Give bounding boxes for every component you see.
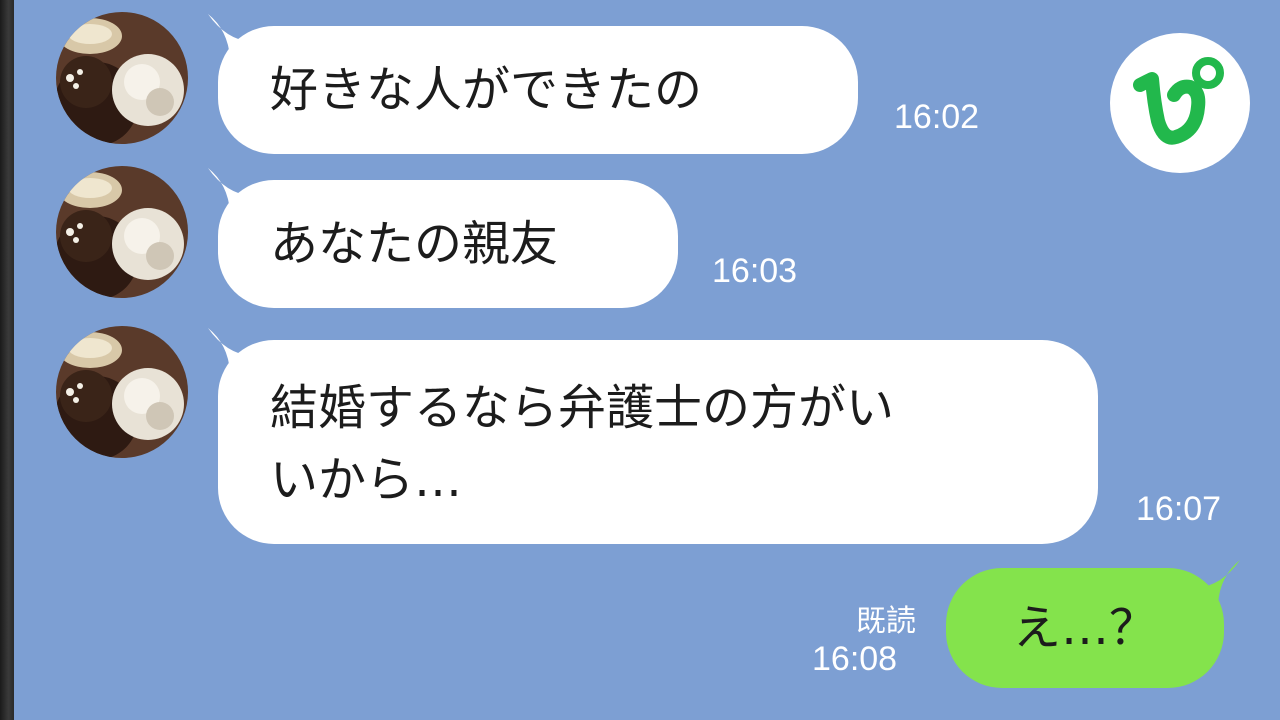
message-text: 好きな人ができたの <box>270 62 703 118</box>
avatar-chocolate-icon <box>56 326 188 458</box>
avatar-chocolate-icon <box>56 12 188 144</box>
outgoing-message-text: え…？ <box>1012 600 1157 656</box>
message-text: あなたの親友 <box>270 216 559 272</box>
message-time: 16:08 <box>812 640 898 678</box>
message-time: 16:07 <box>1136 490 1222 528</box>
avatar[interactable] <box>56 166 188 298</box>
read-receipt: 既読 <box>856 604 916 639</box>
message-text-line: 結婚するなら弁護士の方がい <box>270 380 895 436</box>
app-badge-icon <box>1110 33 1250 173</box>
avatar[interactable] <box>56 326 188 458</box>
pi-logo-icon <box>1133 57 1224 145</box>
outgoing-message-bubble[interactable]: え…？ <box>946 568 1224 688</box>
message-text-line: いから… <box>270 452 463 508</box>
message-bubble[interactable]: 好きな人ができたの <box>218 26 858 154</box>
avatar[interactable] <box>56 12 188 144</box>
message-bubble[interactable]: あなたの親友 <box>218 180 678 308</box>
avatar-chocolate-icon <box>56 166 188 298</box>
device-frame-edge <box>0 0 14 720</box>
message-bubble[interactable]: 結婚するなら弁護士の方がい いから… <box>218 340 1098 544</box>
message-time: 16:02 <box>894 98 980 136</box>
message-time: 16:03 <box>712 252 798 290</box>
